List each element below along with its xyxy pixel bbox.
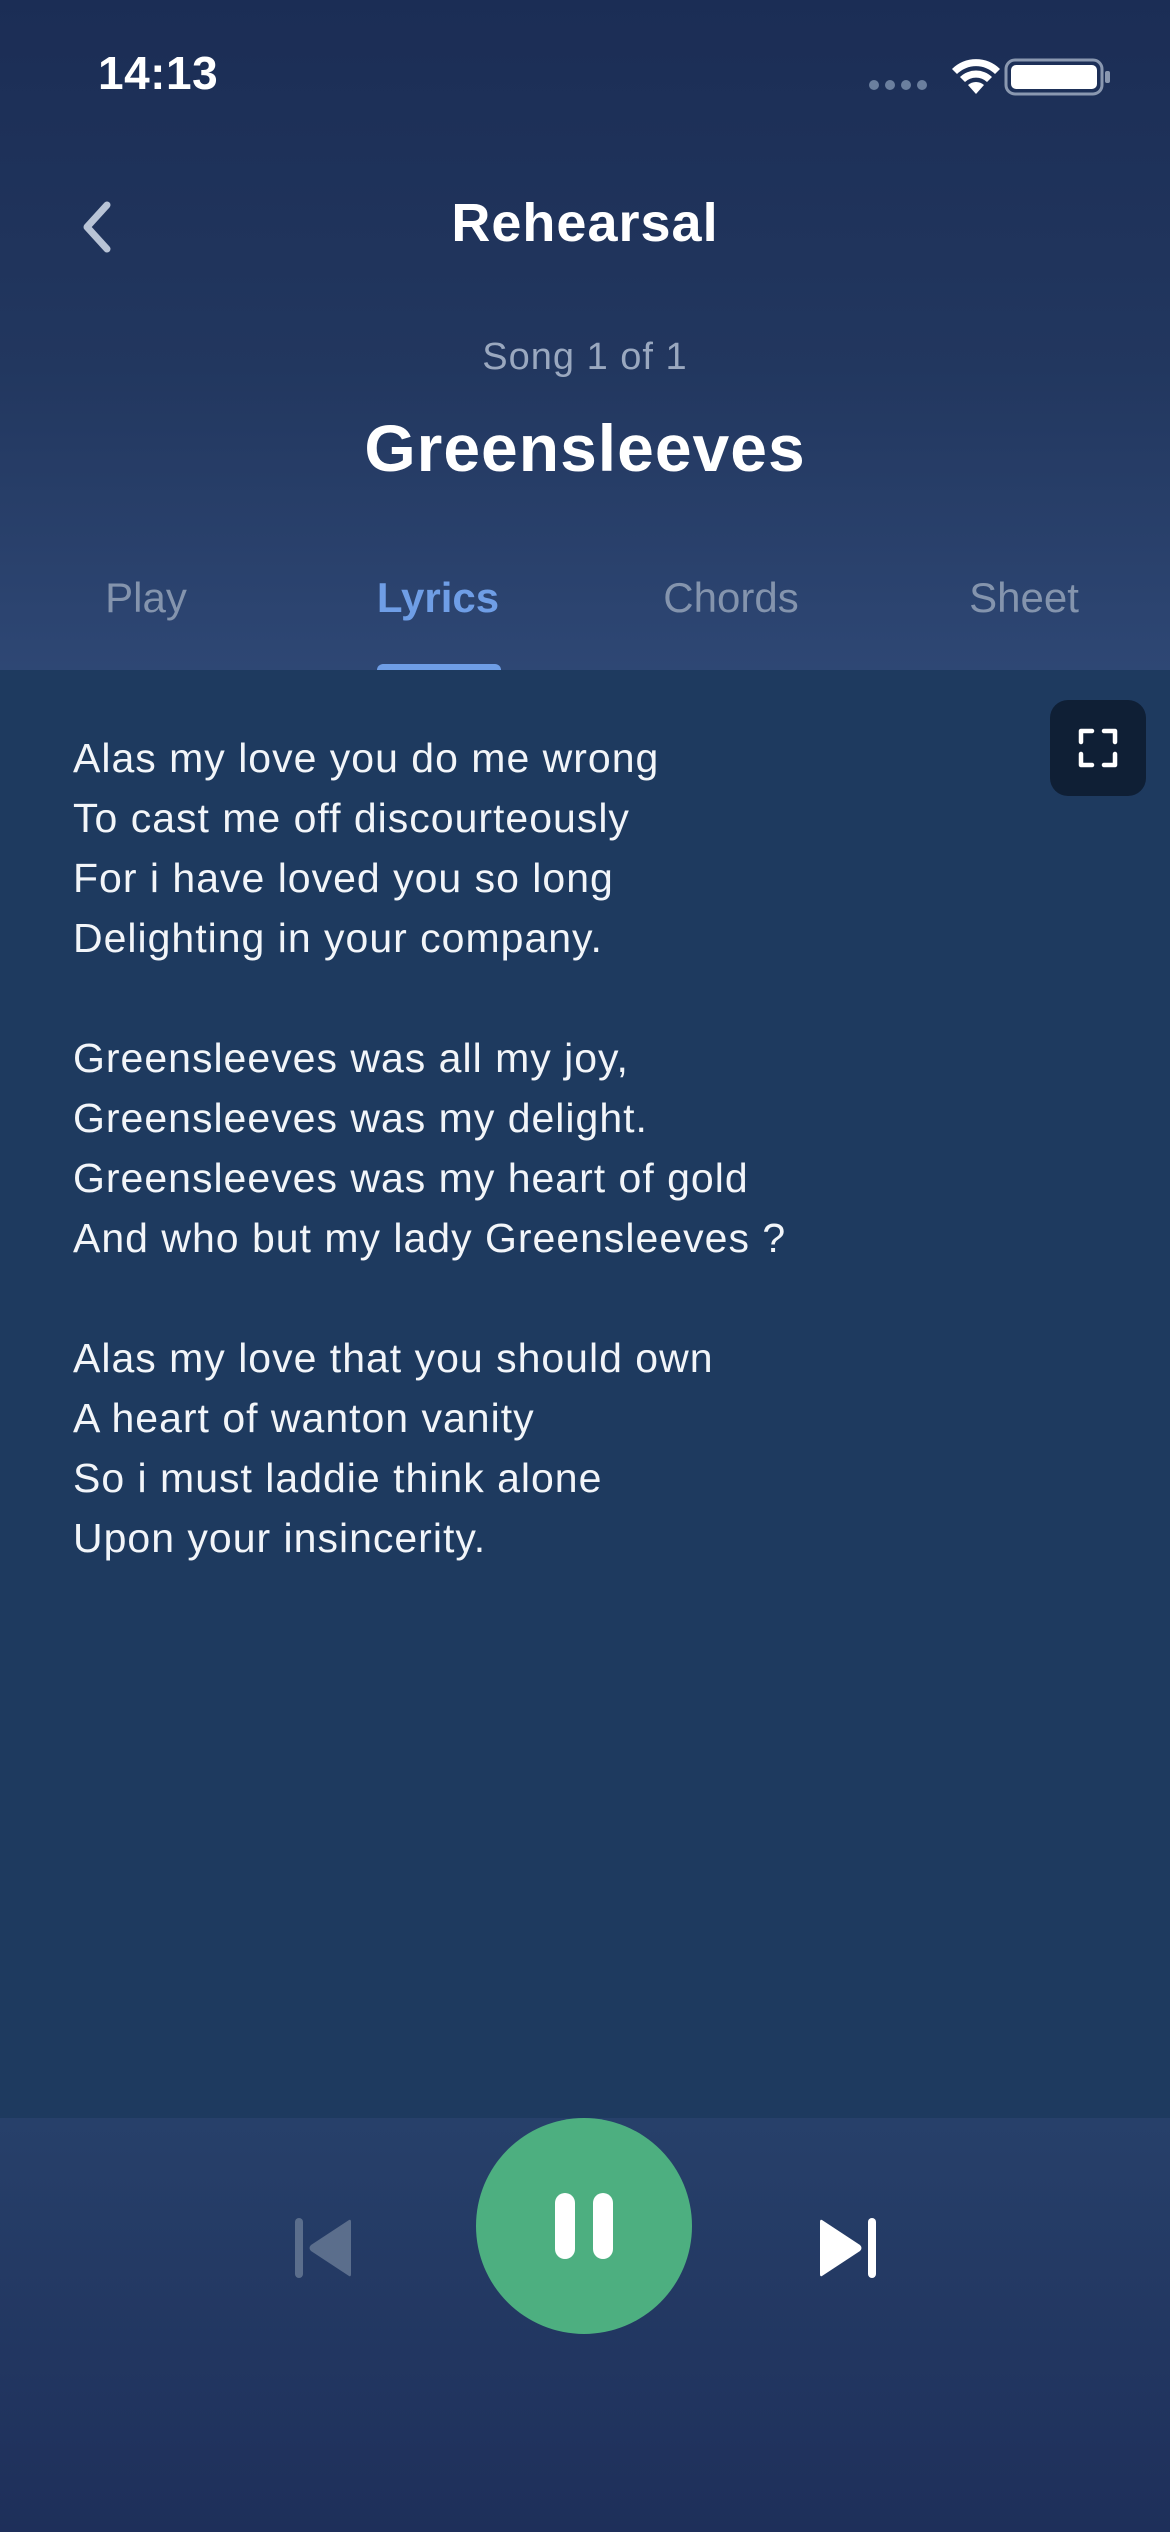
status-bar: 14:13 <box>0 0 1170 150</box>
lyric-line: To cast me off discourteously <box>73 795 630 841</box>
lyrics-panel: Alas my love you do me wrong To cast me … <box>0 670 1170 2118</box>
lyric-line: Greensleeves was all my joy, <box>73 1035 629 1081</box>
tab-sheet[interactable]: Sheet <box>878 574 1170 622</box>
lyric-line: Greensleeves was my delight. <box>73 1095 648 1141</box>
status-icons <box>814 52 1114 98</box>
lyric-line: Upon your insincerity. <box>73 1515 487 1561</box>
lyric-line: A heart of wanton vanity <box>73 1395 535 1441</box>
lyrics-stanza: Greensleeves was all my joy, Greensleeve… <box>73 1028 1033 1268</box>
lyric-line: Alas my love that you should own <box>73 1335 714 1381</box>
player-controls <box>0 2118 1170 2532</box>
skip-next-icon <box>820 2218 876 2278</box>
cellular-signal-icon <box>869 80 929 92</box>
lyric-line: And who but my lady Greensleeves ? <box>73 1215 787 1261</box>
tab-play[interactable]: Play <box>0 574 292 622</box>
lyric-line: Alas my love you do me wrong <box>73 735 660 781</box>
fullscreen-button[interactable] <box>1050 700 1146 796</box>
fullscreen-icon <box>1078 728 1118 768</box>
tab-bar: Play Lyrics Chords Sheet <box>0 560 1170 674</box>
lyric-line: Delighting in your company. <box>73 915 603 961</box>
nav-bar: Rehearsal <box>0 170 1170 280</box>
tab-lyrics[interactable]: Lyrics <box>292 574 584 622</box>
lyric-line: So i must laddie think alone <box>73 1455 603 1501</box>
skip-previous-icon <box>295 2218 351 2278</box>
nav-title: Rehearsal <box>451 193 719 253</box>
previous-button[interactable] <box>283 2208 363 2288</box>
lyric-line: For i have loved you so long <box>73 855 614 901</box>
header: 14:13 Rehearsal Song 1 of 1 Greensleeves… <box>0 0 1170 674</box>
battery-icon <box>1004 58 1110 96</box>
lyrics-text: Alas my love you do me wrong To cast me … <box>73 728 1033 1628</box>
tab-chords[interactable]: Chords <box>585 574 877 622</box>
status-time: 14:13 <box>98 47 219 99</box>
pause-icon <box>555 2193 613 2259</box>
lyrics-stanza: Alas my love that you should own A heart… <box>73 1328 1033 1568</box>
wifi-icon <box>952 59 1000 94</box>
song-title: Greensleeves <box>364 411 806 485</box>
song-counter: Song 1 of 1 <box>482 336 688 378</box>
next-button[interactable] <box>808 2208 888 2288</box>
lyrics-stanza: Alas my love you do me wrong To cast me … <box>73 728 1033 968</box>
pause-button[interactable] <box>476 2118 692 2334</box>
lyric-line: Greensleeves was my heart of gold <box>73 1155 749 1201</box>
